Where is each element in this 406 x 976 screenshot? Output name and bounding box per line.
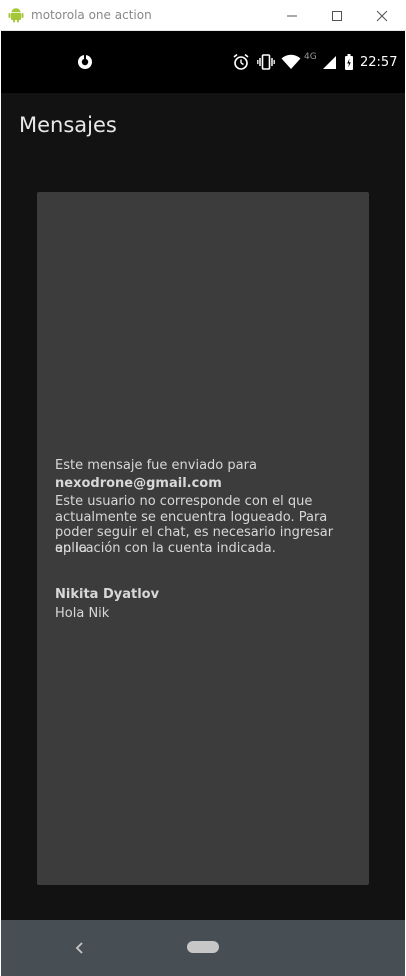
close-button[interactable] xyxy=(372,6,392,26)
maximize-button[interactable] xyxy=(327,6,347,26)
status-time: 22:57 xyxy=(360,55,398,70)
back-icon[interactable] xyxy=(73,940,87,956)
app-notification-icon xyxy=(76,53,94,71)
android-icon xyxy=(8,7,24,23)
page-title: Mensajes xyxy=(19,113,117,137)
notice-line: aplicación con la cuenta indicada. xyxy=(55,540,276,556)
signal-icon xyxy=(322,52,338,72)
vibrate-icon xyxy=(257,52,275,72)
battery-icon xyxy=(344,52,354,72)
notice-line: actualmente se encuentra logueado. Para xyxy=(55,509,328,525)
wifi-icon xyxy=(281,52,301,72)
window-title: motorola one action xyxy=(31,8,152,22)
alarm-icon xyxy=(232,52,250,72)
message-text: Hola Nik xyxy=(55,606,110,621)
notice-line: Este usuario no corresponde con el que xyxy=(55,494,313,509)
sender-name: Nikita Dyatlov xyxy=(55,587,160,602)
recipient-email: nexodrone@gmail.com xyxy=(55,476,222,491)
message-card: Este mensaje fue enviado para nexodrone@… xyxy=(37,192,369,885)
window-titlebar: motorola one action xyxy=(0,0,406,31)
minimize-button[interactable] xyxy=(282,6,302,26)
message-intro: Este mensaje fue enviado para xyxy=(55,458,257,473)
navigation-bar xyxy=(1,920,405,976)
status-bar: 4G 22:57 xyxy=(1,31,405,93)
device-screen: 4G 22:57 Mensajes Este mensaje fue envia… xyxy=(1,31,405,976)
home-pill-icon[interactable] xyxy=(187,941,219,953)
network-type-label: 4G xyxy=(304,52,317,62)
